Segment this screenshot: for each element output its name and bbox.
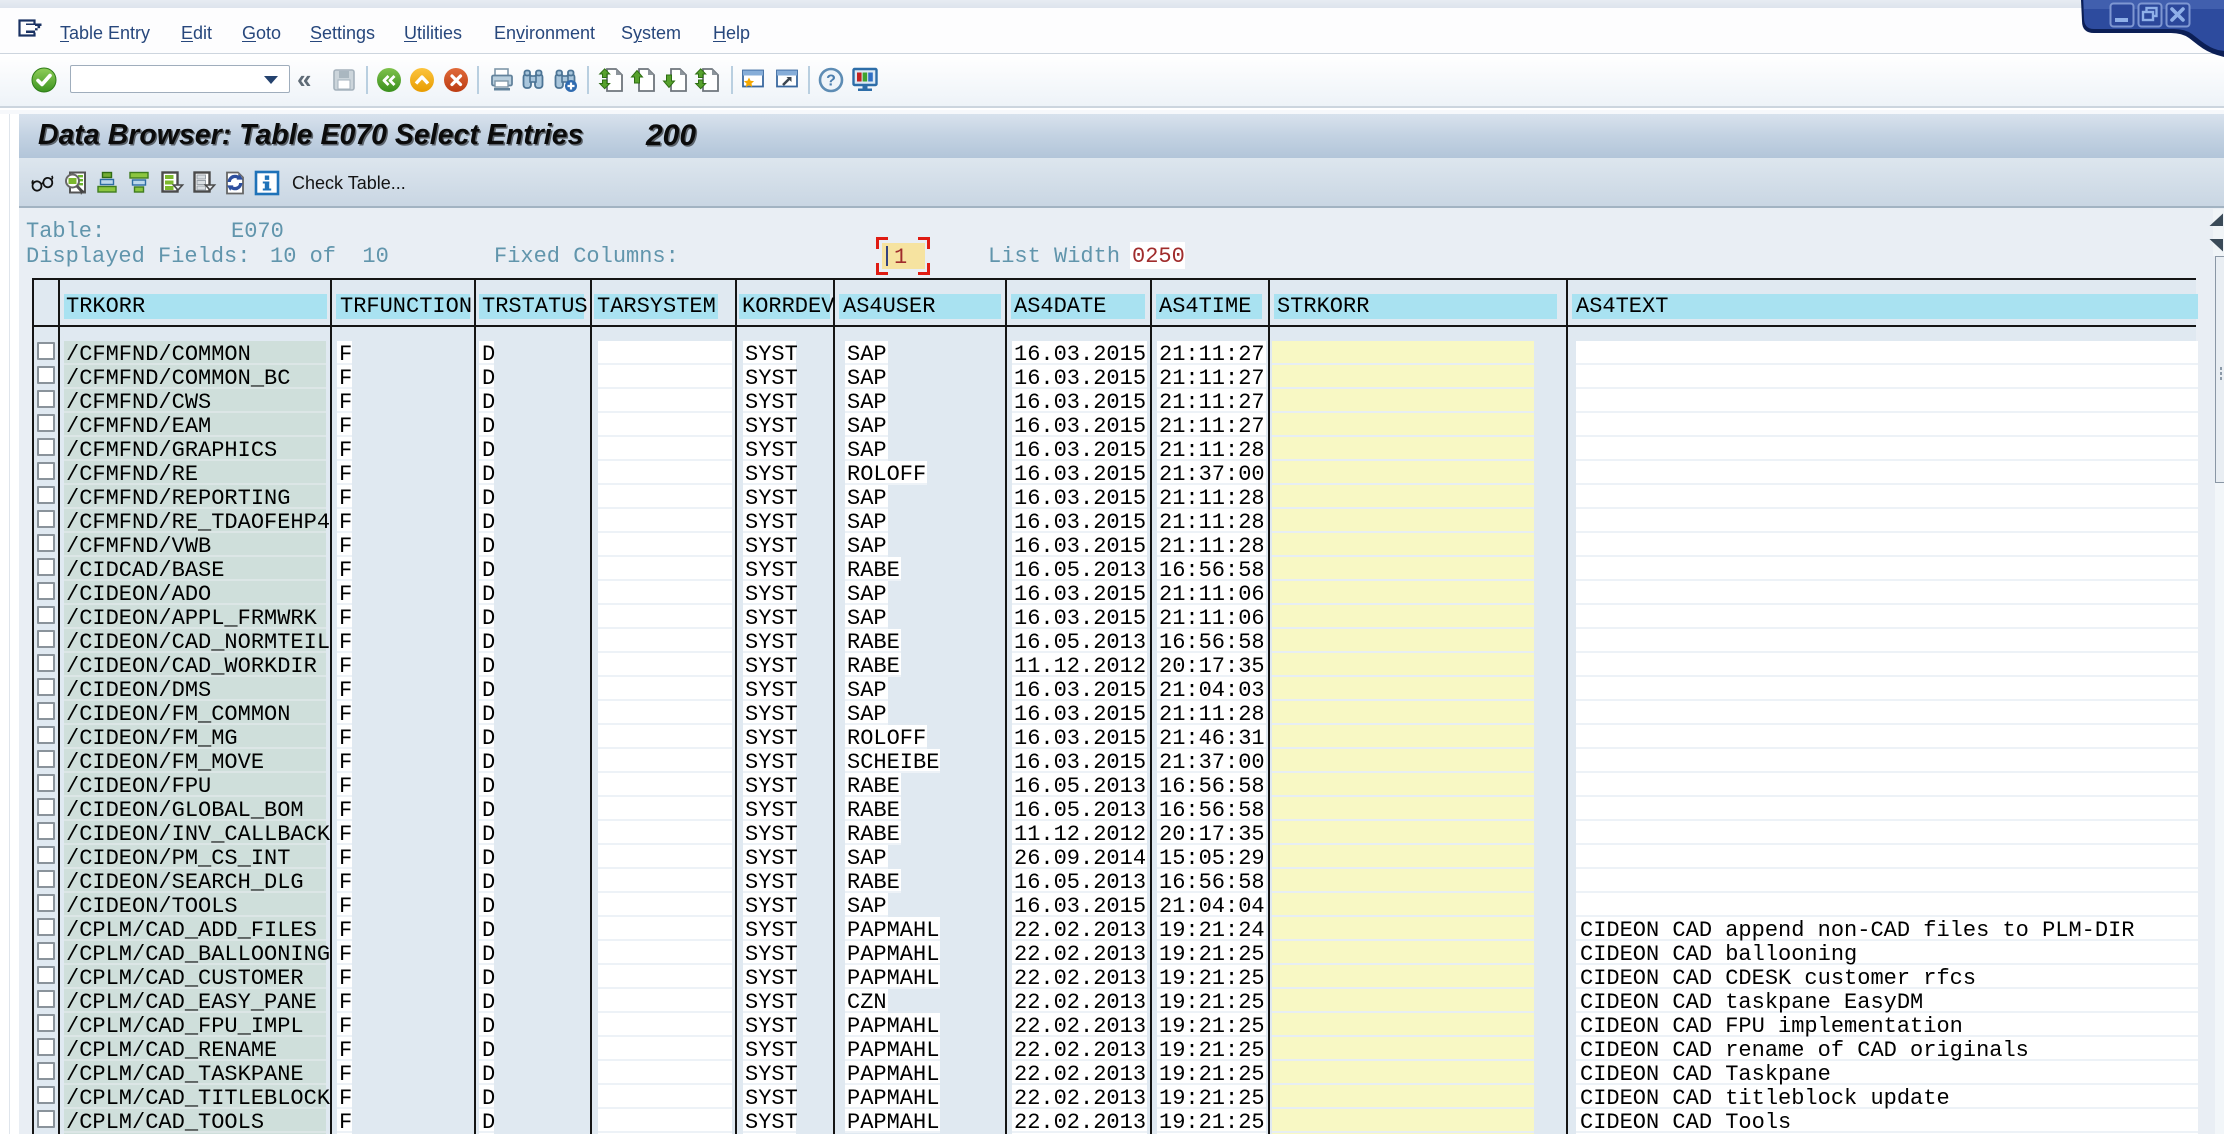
svg-text:?: ? [826,73,836,90]
